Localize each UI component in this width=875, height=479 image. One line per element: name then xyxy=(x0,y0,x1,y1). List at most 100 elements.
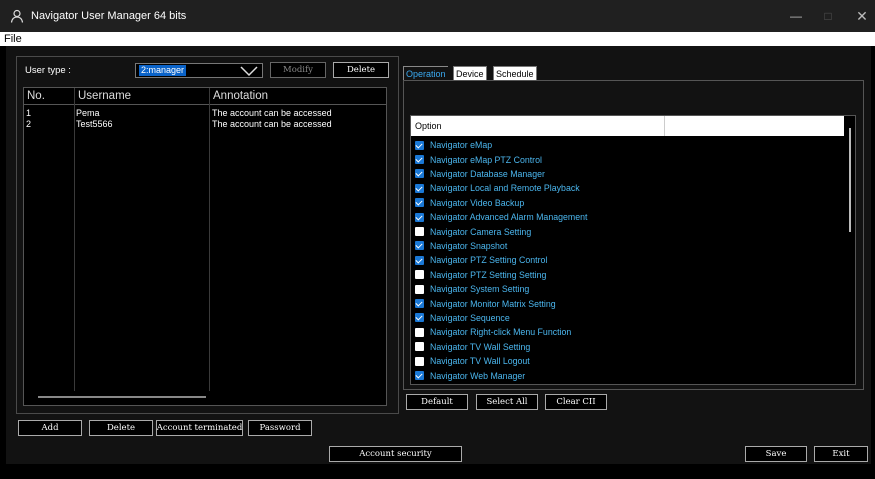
option-item[interactable]: Navigator PTZ Setting Setting xyxy=(411,268,661,282)
clear-all-button[interactable]: Clear CII xyxy=(545,394,607,410)
option-label: Navigator Snapshot xyxy=(430,240,508,251)
tab-schedule[interactable]: Schedule xyxy=(493,66,537,81)
permissions-panel: Option Navigator eMap Navigator eMap PTZ … xyxy=(403,80,864,390)
checkbox-checked-icon[interactable] xyxy=(415,198,424,208)
checkbox-unchecked-icon[interactable] xyxy=(415,356,424,366)
option-item[interactable]: Navigator Camera Setting xyxy=(411,224,661,238)
option-label: Navigator Video Backup xyxy=(430,197,525,208)
scrollbar-thumb[interactable] xyxy=(849,128,851,232)
checkbox-checked-icon[interactable] xyxy=(415,371,424,381)
checkbox-checked-icon[interactable] xyxy=(415,183,424,193)
select-all-button[interactable]: Select All xyxy=(476,394,538,410)
option-label: Navigator System Setting xyxy=(430,284,530,295)
default-button[interactable]: Default xyxy=(406,394,468,410)
title-bar: Navigator User Manager 64 bits — □ ✕ xyxy=(0,0,875,32)
checkbox-checked-icon[interactable] xyxy=(415,241,424,251)
column-header-username[interactable]: Username xyxy=(75,88,131,105)
option-label: Navigator Monitor Matrix Setting xyxy=(430,298,556,309)
option-item[interactable]: Navigator TV Wall Logout xyxy=(411,354,661,368)
horizontal-scrollbar[interactable] xyxy=(38,396,206,398)
option-label: Navigator Database Manager xyxy=(430,168,545,179)
delete-button[interactable]: Delete xyxy=(89,420,153,436)
checkbox-checked-icon[interactable] xyxy=(415,169,424,179)
maximize-icon: □ xyxy=(824,9,832,23)
tab-device[interactable]: Device xyxy=(453,66,487,81)
menu-file[interactable]: File xyxy=(4,32,22,46)
minimize-icon: — xyxy=(790,9,802,23)
option-label: Navigator Right-click Menu Function xyxy=(430,327,572,338)
row-username: Pema xyxy=(76,108,100,118)
option-item[interactable]: Navigator Sequence xyxy=(411,311,661,325)
password-button[interactable]: Password xyxy=(248,420,312,436)
checkbox-checked-icon[interactable] xyxy=(415,155,424,165)
option-item[interactable]: Navigator PTZ Setting Control xyxy=(411,253,661,267)
option-label: Navigator eMap PTZ Control xyxy=(430,154,542,165)
checkbox-unchecked-icon[interactable] xyxy=(415,284,424,294)
option-label: Navigator PTZ Setting Setting xyxy=(430,269,547,280)
modify-button[interactable]: Modify xyxy=(270,62,326,78)
save-button[interactable]: Save xyxy=(745,446,807,462)
close-icon: ✕ xyxy=(856,7,868,24)
chevron-down-icon xyxy=(240,66,258,77)
checkbox-checked-icon[interactable] xyxy=(415,313,424,323)
option-item[interactable]: Navigator eMap PTZ Control xyxy=(411,152,661,166)
checkbox-unchecked-icon[interactable] xyxy=(415,327,424,337)
option-label: Navigator Local and Remote Playback xyxy=(430,183,580,194)
exit-button[interactable]: Exit xyxy=(814,446,868,462)
option-item[interactable]: Navigator eMap xyxy=(411,138,661,152)
account-terminated-button[interactable]: Account terminated xyxy=(156,420,243,436)
option-label: Navigator PTZ Setting Control xyxy=(430,255,548,266)
option-item[interactable]: Navigator Snapshot xyxy=(411,239,661,253)
row-annotation: The account can be accessed xyxy=(212,108,332,118)
column-divider xyxy=(74,88,75,391)
option-item[interactable]: Navigator Local and Remote Playback xyxy=(411,181,661,195)
column-header-annotation[interactable]: Annotation xyxy=(210,88,268,105)
window-title: Navigator User Manager 64 bits xyxy=(31,10,187,22)
column-divider xyxy=(209,88,210,391)
account-security-button[interactable]: Account security xyxy=(329,446,462,462)
user-panel: User type : 2:manager Modify Delete No. … xyxy=(16,56,399,414)
checkbox-checked-icon[interactable] xyxy=(415,255,424,265)
close-button[interactable]: ✕ xyxy=(839,0,875,32)
option-item[interactable]: Navigator TV Wall Setting xyxy=(411,340,661,354)
delete-user-type-button[interactable]: Delete xyxy=(333,62,389,78)
option-item[interactable]: Navigator Video Backup xyxy=(411,196,661,210)
option-label: Navigator TV Wall Setting xyxy=(430,341,531,352)
client-area: User type : 2:manager Modify Delete No. … xyxy=(6,46,871,464)
option-header-label: Option xyxy=(415,121,442,131)
user-type-select[interactable]: 2:manager xyxy=(135,63,263,78)
option-label: Navigator Advanced Alarm Management xyxy=(430,212,588,223)
column-divider xyxy=(664,116,665,136)
user-type-label: User type : xyxy=(25,65,71,76)
option-item[interactable]: Navigator Web Manager xyxy=(411,368,661,382)
table-row[interactable]: 2 Test5566 The account can be accessed xyxy=(24,119,386,130)
tab-operation[interactable]: Operation xyxy=(403,66,448,81)
checkbox-checked-icon[interactable] xyxy=(415,212,424,222)
user-type-value: 2:manager xyxy=(139,65,187,76)
add-button[interactable]: Add xyxy=(18,420,82,436)
checkbox-unchecked-icon[interactable] xyxy=(415,227,424,237)
option-item[interactable]: Navigator Monitor Matrix Setting xyxy=(411,296,661,310)
checkbox-unchecked-icon[interactable] xyxy=(415,342,424,352)
menu-bar: File xyxy=(0,32,875,46)
table-header: No. Username Annotation xyxy=(24,88,386,105)
column-header-no[interactable]: No. xyxy=(24,88,45,105)
table-row[interactable]: 1 Pema The account can be accessed xyxy=(24,108,386,119)
row-no: 1 xyxy=(26,108,32,118)
option-item[interactable]: Navigator Right-click Menu Function xyxy=(411,325,661,339)
option-label: Navigator TV Wall Logout xyxy=(430,356,530,367)
option-label: Navigator Web Manager xyxy=(430,370,526,381)
user-icon xyxy=(10,9,24,23)
checkbox-checked-icon[interactable] xyxy=(415,140,424,150)
checkbox-unchecked-icon[interactable] xyxy=(415,270,424,280)
row-username: Test5566 xyxy=(76,119,113,129)
option-item[interactable]: Navigator Database Manager xyxy=(411,167,661,181)
option-item[interactable]: Navigator System Setting xyxy=(411,282,661,296)
option-list-header: Option xyxy=(411,116,844,136)
row-annotation: The account can be accessed xyxy=(212,119,332,129)
option-item[interactable]: Navigator Advanced Alarm Management xyxy=(411,210,661,224)
checkbox-checked-icon[interactable] xyxy=(415,299,424,309)
user-table: No. Username Annotation 1 Pema The accou… xyxy=(23,87,387,406)
option-label: Navigator eMap xyxy=(430,140,493,151)
option-label: Navigator Camera Setting xyxy=(430,226,532,237)
